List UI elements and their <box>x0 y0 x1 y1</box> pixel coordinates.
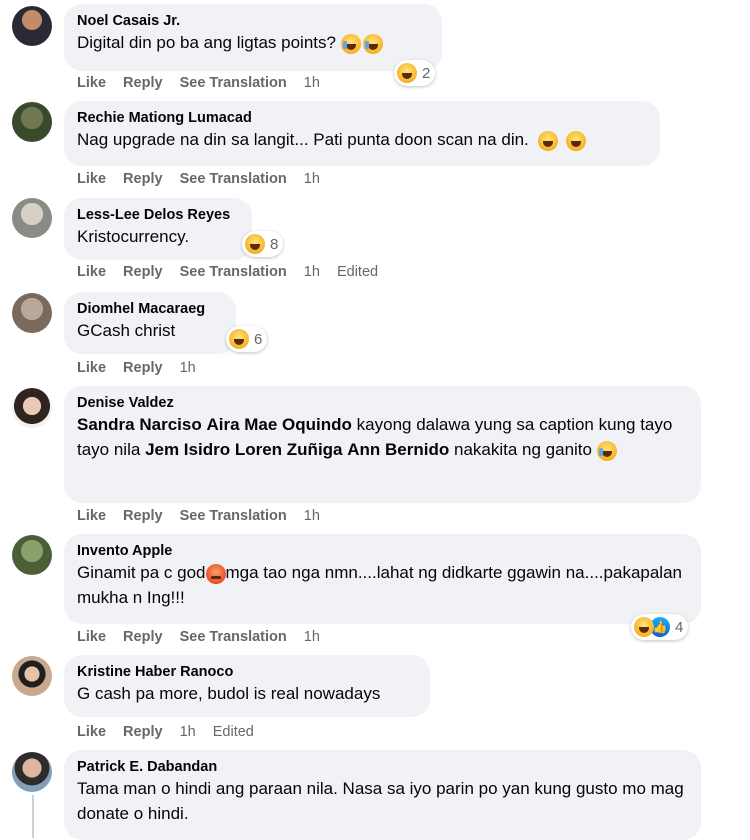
laughing-emoji-icon <box>537 130 558 151</box>
mention-link[interactable]: Aira Mae Oquindo <box>206 415 351 434</box>
comment-text: GCash christ <box>77 321 176 340</box>
comment-bubble: Kristine Haber Ranoco G cash pa more, bu… <box>64 655 430 717</box>
timestamp[interactable]: 1h <box>304 508 320 524</box>
mention-link[interactable]: Loren Zuñiga <box>235 440 343 459</box>
angry-emoji-icon <box>205 563 226 584</box>
crying-emoji-icon <box>340 33 361 54</box>
timestamp[interactable]: 1h <box>304 264 320 280</box>
avatar[interactable] <box>12 198 52 238</box>
comment-bubble: Patrick E. Dabandan Tama man o hindi ang… <box>64 750 701 840</box>
comment-text: nakakita ng ganito <box>453 440 592 459</box>
haha-icon <box>229 329 249 349</box>
reaction-count: 4 <box>675 618 684 636</box>
comment-author[interactable]: Patrick E. Dabandan <box>77 758 689 776</box>
avatar[interactable] <box>12 656 52 696</box>
comment-actions: Like Reply See Translation 1h <box>77 170 333 188</box>
laughing-emoji-icon <box>566 130 587 151</box>
comment-bubble: Diomhel Macaraeg GCash christ <box>64 292 236 354</box>
comment-bubble: Denise Valdez Sandra Narciso Aira Mae Oq… <box>64 386 701 503</box>
like-button[interactable]: Like <box>77 75 106 91</box>
reply-button[interactable]: Reply <box>123 508 163 524</box>
avatar[interactable] <box>12 388 52 428</box>
avatar[interactable] <box>12 752 52 792</box>
comment-actions: Like Reply 1h <box>77 359 209 377</box>
avatar[interactable] <box>12 293 52 333</box>
comment-author[interactable]: Kristine Haber Ranoco <box>77 663 418 681</box>
haha-icon <box>397 63 417 83</box>
like-button[interactable]: Like <box>77 171 106 187</box>
comment-actions: Like Reply See Translation 1h Edited <box>77 263 391 281</box>
mention-link[interactable]: Ann Bernido <box>347 440 449 459</box>
see-translation-button[interactable]: See Translation <box>180 508 287 524</box>
like-button[interactable]: Like <box>77 629 106 645</box>
reply-button[interactable]: Reply <box>123 264 163 280</box>
reaction-summary[interactable]: 8 <box>242 231 284 257</box>
comment-actions: Like Reply See Translation 1h <box>77 74 333 92</box>
avatar[interactable] <box>12 6 52 46</box>
edited-label[interactable]: Edited <box>213 724 254 740</box>
comment-bubble: Rechie Mationg Lumacad Nag upgrade na di… <box>64 101 660 166</box>
comment-text: Kristocurrency. <box>77 227 190 246</box>
comment-bubble: Invento Apple Ginamit pa c god mga tao ng… <box>64 534 701 624</box>
comment-author[interactable]: Denise Valdez <box>77 394 689 412</box>
comment-author[interactable]: Invento Apple <box>77 542 689 560</box>
timestamp[interactable]: 1h <box>304 75 320 91</box>
see-translation-button[interactable]: See Translation <box>180 75 287 91</box>
like-button[interactable]: Like <box>77 508 106 524</box>
like-button[interactable]: Like <box>77 264 106 280</box>
mention-link[interactable]: Jem Isidro <box>145 440 230 459</box>
see-translation-button[interactable]: See Translation <box>180 171 287 187</box>
crying-emoji-icon <box>362 33 383 54</box>
comment-actions: Like Reply See Translation 1h <box>77 507 333 525</box>
comment-bubble: Less-Lee Delos Reyes Kristocurrency. <box>64 198 252 260</box>
timestamp[interactable]: 1h <box>180 360 196 376</box>
thread-line <box>32 795 34 838</box>
reply-button[interactable]: Reply <box>123 75 163 91</box>
comment-author[interactable]: Noel Casais Jr. <box>77 12 430 30</box>
mention-link[interactable]: Sandra Narciso <box>77 415 202 434</box>
reply-button[interactable]: Reply <box>123 360 163 376</box>
comment-author[interactable]: Rechie Mationg Lumacad <box>77 109 648 127</box>
reaction-summary[interactable]: 👍 4 <box>631 614 689 640</box>
comment-author[interactable]: Less-Lee Delos Reyes <box>77 206 240 224</box>
comment-actions: Like Reply 1h Edited <box>77 723 267 741</box>
avatar[interactable] <box>12 102 52 142</box>
avatar[interactable] <box>12 535 52 575</box>
comment-text: Ginamit pa c god <box>77 563 206 582</box>
reaction-count: 2 <box>422 64 431 82</box>
reply-button[interactable]: Reply <box>123 171 163 187</box>
timestamp[interactable]: 1h <box>180 724 196 740</box>
reply-button[interactable]: Reply <box>123 629 163 645</box>
comment-text: Nag upgrade na din sa langit... Pati pun… <box>77 130 529 149</box>
comment-author[interactable]: Diomhel Macaraeg <box>77 300 224 318</box>
reaction-summary[interactable]: 6 <box>226 326 268 352</box>
comment-text: Tama man o hindi ang paraan nila. Nasa s… <box>77 779 684 823</box>
timestamp[interactable]: 1h <box>304 171 320 187</box>
reply-button[interactable]: Reply <box>123 724 163 740</box>
reaction-summary[interactable]: 2 <box>394 60 436 86</box>
haha-icon <box>245 234 265 254</box>
comment-text: Digital din po ba ang ligtas points? <box>77 33 336 52</box>
see-translation-button[interactable]: See Translation <box>180 264 287 280</box>
comment-actions: Like Reply See Translation 1h <box>77 628 333 646</box>
haha-icon <box>634 617 654 637</box>
timestamp[interactable]: 1h <box>304 629 320 645</box>
reaction-count: 6 <box>254 330 263 348</box>
crying-emoji-icon <box>596 440 617 461</box>
see-translation-button[interactable]: See Translation <box>180 629 287 645</box>
edited-label[interactable]: Edited <box>337 264 378 280</box>
like-button[interactable]: Like <box>77 724 106 740</box>
like-button[interactable]: Like <box>77 360 106 376</box>
reaction-count: 8 <box>270 235 279 253</box>
comment-bubble: Noel Casais Jr. Digital din po ba ang li… <box>64 4 442 71</box>
comment-text: G cash pa more, budol is real nowadays <box>77 684 381 703</box>
